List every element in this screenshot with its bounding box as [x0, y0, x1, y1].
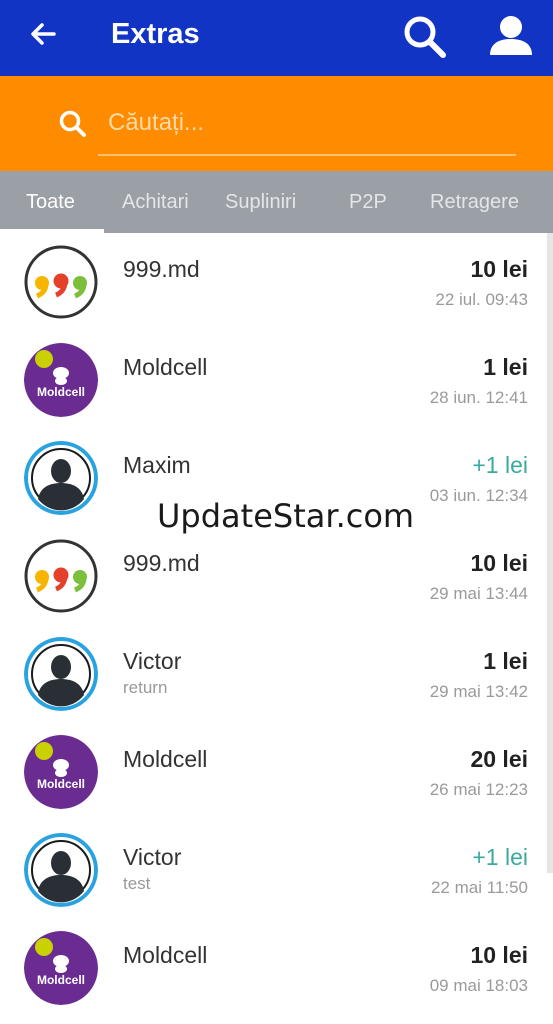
search-bar: [0, 76, 553, 171]
tab-achitari[interactable]: Achitari: [122, 189, 189, 215]
transaction-name: Victor: [123, 844, 182, 870]
transaction-date: 29 mai 13:44: [429, 584, 528, 603]
transaction-list: 999.md 10 lei 22 iul. 09:43 Moldcell Moldc…: [0, 233, 553, 1024]
999md-logo-icon: [24, 539, 98, 613]
app-bar: Extras: [0, 0, 553, 76]
transaction-row[interactable]: Victor test +1 lei 22 mai 11:50: [0, 821, 553, 919]
watermark-text: UpdateStar.com: [157, 496, 415, 536]
transaction-name: Moldcell: [123, 746, 208, 772]
transaction-name: Moldcell: [123, 942, 208, 968]
transaction-amount: 10 lei: [470, 256, 528, 282]
person-avatar-icon: [24, 441, 98, 515]
transaction-amount: +1 lei: [472, 844, 528, 870]
transaction-comment: test: [123, 874, 151, 893]
transaction-row[interactable]: 999.md 10 lei 22 iul. 09:43: [0, 233, 553, 331]
transaction-date: 26 mai 12:23: [429, 780, 528, 799]
filter-tabs: Toate Achitari Supliniri P2P Retragere: [0, 171, 553, 233]
tab-toate[interactable]: Toate: [26, 189, 75, 215]
tab-supliniri[interactable]: Supliniri: [225, 189, 296, 215]
transaction-date: 22 iul. 09:43: [435, 290, 528, 309]
transaction-date: 29 mai 13:42: [429, 682, 528, 701]
moldcell-logo-icon: Moldcell: [24, 931, 98, 1005]
transaction-name: 999.md: [123, 550, 200, 576]
transaction-date: 09 mai 18:03: [429, 976, 528, 995]
moldcell-logo-text: Moldcell: [37, 385, 85, 399]
tab-p2p[interactable]: P2P: [349, 189, 387, 215]
transaction-amount: 1 lei: [483, 648, 528, 674]
user-icon[interactable]: [484, 10, 538, 64]
search-field-icon: [55, 106, 91, 142]
transaction-amount: 1 lei: [483, 354, 528, 380]
transaction-row[interactable]: Moldcell Moldcell 10 lei 09 mai 18:03: [0, 919, 553, 1017]
transaction-date: 28 iun. 12:41: [429, 388, 528, 407]
transaction-row[interactable]: Moldcell Moldcell 20 lei 26 mai 12:23: [0, 723, 553, 821]
search-underline: [98, 154, 516, 156]
transaction-row[interactable]: Victor return 1 lei 29 mai 13:42: [0, 625, 553, 723]
transaction-date: 22 mai 11:50: [430, 878, 528, 897]
transaction-name: 999.md: [123, 256, 200, 282]
transaction-comment: return: [123, 678, 168, 697]
person-avatar-icon: [24, 833, 98, 907]
page-title: Extras: [111, 18, 200, 50]
search-input[interactable]: [108, 102, 518, 144]
search-icon[interactable]: [398, 10, 452, 64]
transaction-amount: +1 lei: [472, 452, 528, 478]
transaction-name: Maxim: [123, 452, 191, 478]
moldcell-logo-text: Moldcell: [37, 777, 85, 791]
transaction-name: Moldcell: [123, 354, 208, 380]
arrow-left-icon[interactable]: [24, 14, 64, 54]
person-avatar-icon: [24, 637, 98, 711]
transaction-amount: 10 lei: [470, 550, 528, 576]
scrollbar[interactable]: [547, 233, 553, 873]
transaction-name: Victor: [123, 648, 182, 674]
transaction-amount: 10 lei: [470, 942, 528, 968]
transaction-amount: 20 lei: [470, 746, 528, 772]
moldcell-logo-text: Moldcell: [37, 973, 85, 987]
moldcell-logo-icon: Moldcell: [24, 343, 98, 417]
transaction-row[interactable]: Moldcell Moldcell 1 lei 28 iun. 12:41: [0, 331, 553, 429]
moldcell-logo-icon: Moldcell: [24, 735, 98, 809]
transaction-row[interactable]: 999.md 10 lei 29 mai 13:44: [0, 527, 553, 625]
transaction-date: 03 iun. 12:34: [429, 486, 528, 505]
tab-retragere[interactable]: Retragere: [430, 189, 519, 215]
999md-logo-icon: [24, 245, 98, 319]
